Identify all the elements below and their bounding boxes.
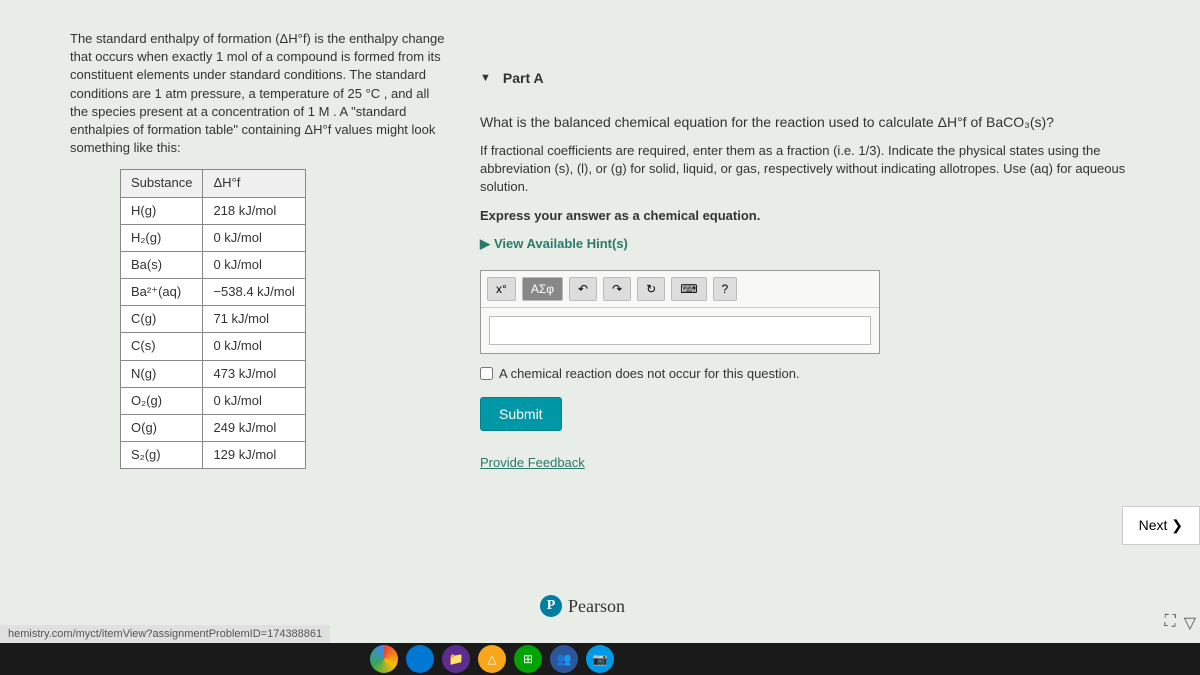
template-button[interactable]: x°: [487, 277, 516, 301]
fullscreen-icon[interactable]: ⛶: [1164, 613, 1175, 633]
app-icon[interactable]: 📁: [442, 645, 470, 673]
no-reaction-row: A chemical reaction does not occur for t…: [480, 366, 1160, 381]
table-row: H₂(g)0 kJ/mol: [121, 224, 306, 251]
excel-icon[interactable]: ⊞: [514, 645, 542, 673]
table-row: S₂(g)129 kJ/mol: [121, 442, 306, 469]
table-row: H(g)218 kJ/mol: [121, 197, 306, 224]
part-label: Part A: [503, 70, 544, 86]
col-substance: Substance: [121, 170, 203, 197]
table-row: N(g)473 kJ/mol: [121, 360, 306, 387]
col-deltah: ΔH°f: [203, 170, 305, 197]
table-row: O(g)249 kJ/mol: [121, 415, 306, 442]
express-instruction: Express your answer as a chemical equati…: [480, 207, 1160, 225]
submit-button[interactable]: Submit: [480, 397, 562, 431]
next-button[interactable]: Next ❯: [1122, 506, 1200, 545]
reset-button[interactable]: ↻: [637, 277, 665, 301]
url-status: hemistry.com/myct/itemView?assignmentPro…: [0, 625, 330, 643]
caret-right-icon: ▶: [480, 236, 490, 252]
caret-down-icon: ▼: [480, 72, 491, 84]
table-row: C(g)71 kJ/mol: [121, 306, 306, 333]
instruction-text: If fractional coefficients are required,…: [480, 142, 1160, 197]
chemical-equation-input[interactable]: [489, 316, 871, 345]
enthalpy-table: Substance ΔH°f H(g)218 kJ/mol H₂(g)0 kJ/…: [120, 169, 306, 469]
answer-input-box: x° ΑΣφ ↶ ↷ ↻ ⌨ ?: [480, 270, 880, 354]
table-row: Ba²⁺(aq)−538.4 kJ/mol: [121, 279, 306, 306]
taskbar: 📁 △ ⊞ 👥 📷: [0, 643, 1200, 675]
intro-text: The standard enthalpy of formation (ΔH°f…: [70, 30, 450, 157]
edge-icon[interactable]: [406, 645, 434, 673]
bookmark-icon[interactable]: ▽: [1184, 613, 1196, 633]
no-reaction-label: A chemical reaction does not occur for t…: [499, 366, 800, 381]
monitor-icons: ⛶ ▽: [1164, 613, 1196, 633]
table-row: C(s)0 kJ/mol: [121, 333, 306, 360]
view-hints-link[interactable]: ▶ View Available Hint(s): [480, 236, 628, 252]
symbols-button[interactable]: ΑΣφ: [522, 277, 563, 301]
table-row: O₂(g)0 kJ/mol: [121, 387, 306, 414]
part-header[interactable]: ▼ Part A: [480, 70, 1160, 86]
chrome-icon[interactable]: [370, 645, 398, 673]
equation-toolbar: x° ΑΣφ ↶ ↷ ↻ ⌨ ?: [481, 271, 879, 308]
keyboard-button[interactable]: ⌨: [671, 277, 706, 301]
provide-feedback-link[interactable]: Provide Feedback: [480, 455, 585, 470]
pearson-logo-icon: P: [540, 595, 562, 617]
table-row: Ba(s)0 kJ/mol: [121, 251, 306, 278]
camera-icon[interactable]: 📷: [586, 645, 614, 673]
right-panel: ▼ Part A What is the balanced chemical e…: [480, 30, 1160, 472]
no-reaction-checkbox[interactable]: [480, 367, 493, 380]
help-button[interactable]: ?: [713, 277, 738, 301]
pearson-label: Pearson: [568, 596, 625, 617]
drive-icon[interactable]: △: [478, 645, 506, 673]
redo-button[interactable]: ↷: [603, 277, 631, 301]
teams-icon[interactable]: 👥: [550, 645, 578, 673]
pearson-footer: P Pearson: [540, 595, 625, 617]
question-text: What is the balanced chemical equation f…: [480, 114, 1160, 130]
undo-button[interactable]: ↶: [569, 277, 597, 301]
left-panel: The standard enthalpy of formation (ΔH°f…: [70, 30, 450, 472]
